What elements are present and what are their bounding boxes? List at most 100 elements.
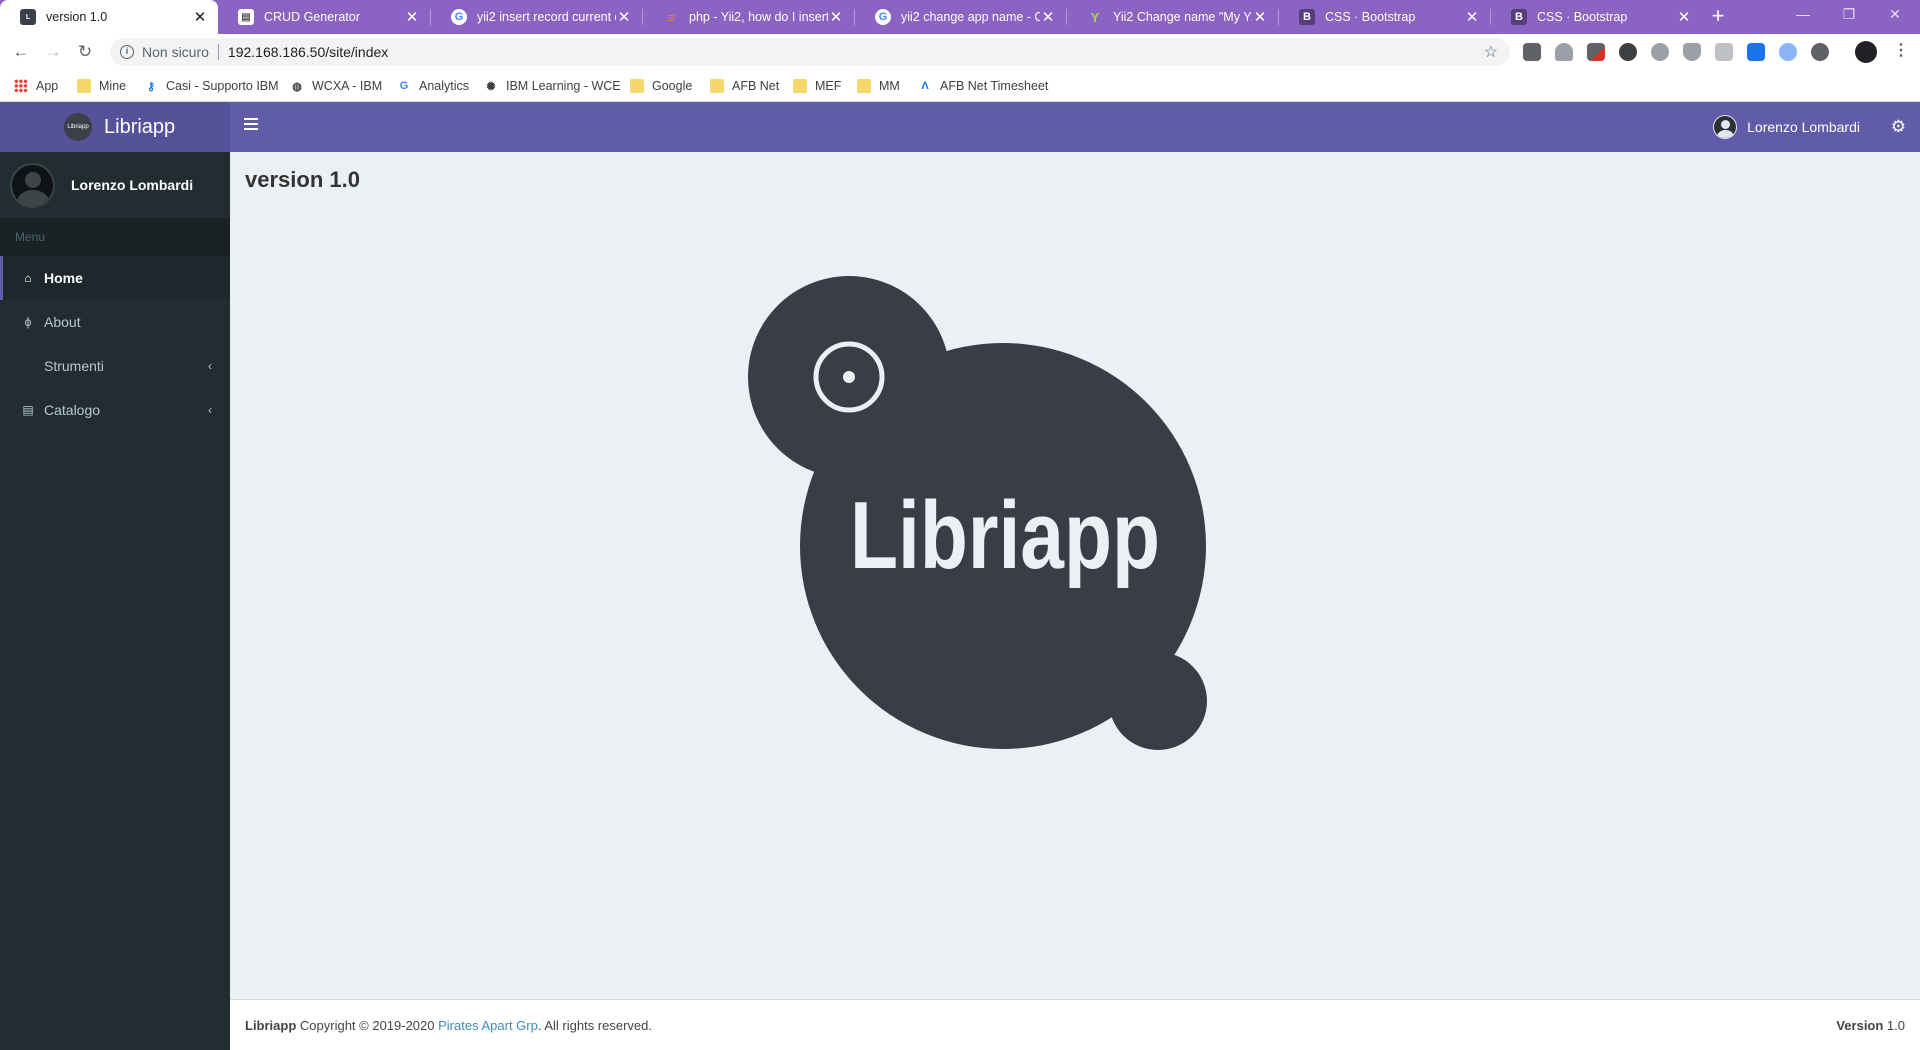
ibm-icon: ✺ bbox=[486, 80, 496, 93]
extension-icon[interactable] bbox=[1587, 43, 1605, 61]
site-info-icon[interactable]: i bbox=[120, 45, 134, 59]
google-icon: G bbox=[399, 80, 409, 92]
stackoverflow-favicon-icon: ≡ bbox=[667, 9, 675, 25]
sidebar-user-name: Lorenzo Lombardi bbox=[71, 177, 194, 193]
footer: Libriapp Copyright © 2019-2020 Pirates A… bbox=[230, 999, 1920, 1050]
gear-extension-icon[interactable] bbox=[1811, 43, 1829, 61]
tab-title: php - Yii2, how do I insert t bbox=[689, 10, 828, 24]
bookmark-label: Google bbox=[652, 79, 693, 93]
close-tab-icon[interactable]: ✕ bbox=[828, 8, 844, 26]
user-panel: Lorenzo Lombardi bbox=[0, 152, 230, 218]
drive-extension-icon[interactable] bbox=[1555, 43, 1573, 61]
minimize-window-icon[interactable]: — bbox=[1780, 0, 1826, 30]
sidebar-toggle-icon[interactable] bbox=[244, 118, 258, 132]
close-window-icon[interactable]: ✕ bbox=[1872, 0, 1918, 30]
user-menu[interactable]: Lorenzo Lombardi bbox=[1713, 102, 1860, 152]
sidebar-item-catalogo[interactable]: ▤ Catalogo ‹ bbox=[0, 388, 230, 432]
close-tab-icon[interactable]: ✕ bbox=[404, 8, 420, 26]
bookmark-ibm-learning[interactable]: ✺ IBM Learning - WCE bbox=[484, 77, 621, 95]
bookmark-app[interactable]: App bbox=[14, 77, 58, 95]
bookmark-star-icon[interactable]: ☆ bbox=[1484, 42, 1498, 62]
tab-title: yii2 change app name - Ce bbox=[901, 10, 1040, 24]
profile-avatar[interactable] bbox=[1855, 41, 1877, 63]
sidebar: Lorenzo Lombardi Menu ⌂ Home ϕ About Str… bbox=[0, 152, 230, 1050]
tab-css-bootstrap-1[interactable]: B CSS · Bootstrap ✕ bbox=[1279, 0, 1490, 34]
sidebar-item-label: Home bbox=[44, 270, 83, 286]
folder-icon bbox=[793, 79, 807, 93]
brand-name: Libriapp bbox=[104, 115, 176, 138]
new-tab-button[interactable]: + bbox=[1706, 5, 1730, 29]
bookmark-casi-supporto[interactable]: ⚷ Casi - Supporto IBM bbox=[144, 77, 279, 95]
bookmark-google[interactable]: Google bbox=[630, 77, 692, 95]
extension-icon[interactable] bbox=[1619, 43, 1637, 61]
browser-menu-icon[interactable]: ⋮ bbox=[1893, 40, 1909, 60]
bookmark-mef[interactable]: MEF bbox=[793, 77, 841, 95]
chevron-left-icon: ‹ bbox=[208, 403, 212, 417]
reload-icon[interactable]: ↻ bbox=[74, 41, 96, 63]
logo-wordmark: Libriapp bbox=[850, 482, 1160, 589]
tab-crud-generator[interactable]: ▤ CRUD Generator ✕ bbox=[218, 0, 430, 34]
tab-yii2-change-app-name[interactable]: G yii2 change app name - Ce ✕ bbox=[855, 0, 1066, 34]
bootstrap-favicon-icon: B bbox=[1511, 9, 1527, 25]
bookmark-afb-net[interactable]: AFB Net bbox=[710, 77, 779, 95]
bookmarks-bar: App Mine ⚷ Casi - Supporto IBM ◍ WCXA - IB… bbox=[0, 70, 1920, 102]
brand-logo-link[interactable]: Libriapp Libriapp bbox=[0, 102, 230, 152]
back-arrow-icon[interactable]: ← bbox=[10, 41, 32, 63]
folder-icon bbox=[77, 79, 91, 93]
bookmark-afb-timesheet[interactable]: Λ AFB Net Timesheet bbox=[918, 77, 1048, 95]
bookmark-analytics[interactable]: G Analytics bbox=[397, 77, 469, 95]
libriapp-logo-icon: Libriapp bbox=[64, 113, 92, 141]
close-tab-icon[interactable]: ✕ bbox=[1676, 8, 1692, 26]
new-badge-extension-icon[interactable] bbox=[1747, 43, 1765, 61]
sidebar-item-about[interactable]: ϕ About bbox=[0, 300, 230, 344]
extension-icon[interactable] bbox=[1779, 43, 1797, 61]
main-content: version 1.0 Libriapp bbox=[230, 152, 1920, 999]
url-text[interactable]: 192.168.186.50/site/index bbox=[228, 44, 388, 60]
bookmark-label: IBM Learning - WCE bbox=[506, 79, 621, 93]
libriapp-logo-image: Libriapp bbox=[748, 276, 1207, 750]
extension-icon[interactable] bbox=[1715, 43, 1733, 61]
sidebar-item-strumenti[interactable]: Strumenti ‹ bbox=[0, 344, 230, 388]
tab-title: CRUD Generator bbox=[264, 10, 360, 24]
close-tab-icon[interactable]: ✕ bbox=[1040, 8, 1056, 26]
footer-copyright-text: Copyright © 2019-2020 bbox=[296, 1017, 439, 1033]
key-icon: ⚷ bbox=[146, 80, 156, 93]
shield-extension-icon[interactable] bbox=[1683, 43, 1701, 61]
restore-window-icon[interactable]: ❐ bbox=[1826, 0, 1872, 30]
address-bar[interactable]: i Non sicuro 192.168.186.50/site/index ☆ bbox=[110, 38, 1510, 66]
tab-title: version 1.0 bbox=[46, 10, 108, 24]
browser-tab-strip: L version 1.0 ✕ ▤ CRUD Generator ✕ G yii… bbox=[0, 0, 1920, 34]
folder-icon bbox=[857, 79, 871, 93]
tab-yii2-change-name[interactable]: Y Yii2 Change name "My Yii A ✕ bbox=[1067, 0, 1278, 34]
company-link[interactable]: Pirates Apart Grp bbox=[438, 1018, 538, 1033]
google-favicon-icon: G bbox=[451, 9, 467, 25]
menu-header: Menu bbox=[0, 218, 230, 256]
bookmark-mine[interactable]: Mine bbox=[77, 77, 126, 95]
tab-php-yii2[interactable]: ≡ php - Yii2, how do I insert t ✕ bbox=[643, 0, 854, 34]
security-status: Non sicuro bbox=[142, 44, 209, 60]
sidebar-item-home[interactable]: ⌂ Home bbox=[0, 256, 230, 300]
forward-arrow-icon[interactable]: → bbox=[42, 41, 64, 63]
close-tab-icon[interactable]: ✕ bbox=[192, 8, 208, 26]
close-tab-icon[interactable]: ✕ bbox=[1464, 8, 1480, 26]
tab-css-bootstrap-2[interactable]: B CSS · Bootstrap ✕ bbox=[1491, 0, 1702, 34]
extension-icon[interactable] bbox=[1651, 43, 1669, 61]
close-tab-icon[interactable]: ✕ bbox=[1252, 8, 1268, 26]
settings-gears-icon[interactable]: ⚙ bbox=[1891, 117, 1906, 137]
extension-icon[interactable] bbox=[1523, 43, 1541, 61]
user-avatar bbox=[1713, 115, 1738, 139]
globe-icon: ◍ bbox=[292, 80, 302, 93]
close-tab-icon[interactable]: ✕ bbox=[616, 8, 632, 26]
apps-grid-icon bbox=[14, 79, 28, 93]
tab-version[interactable]: L version 1.0 ✕ bbox=[0, 0, 218, 34]
chevron-left-icon: ‹ bbox=[208, 359, 212, 373]
bookmark-mm[interactable]: MM bbox=[857, 77, 900, 95]
libriapp-favicon-icon: L bbox=[20, 9, 36, 25]
bookmark-label: AFB Net bbox=[732, 79, 780, 93]
atlassian-icon: Λ bbox=[921, 80, 929, 92]
footer-copyright: Libriapp Copyright © 2019-2020 Pirates A… bbox=[245, 1018, 652, 1033]
tab-yii2-insert-record[interactable]: G yii2 insert record current da ✕ bbox=[431, 0, 642, 34]
bookmark-label: Analytics bbox=[419, 79, 470, 93]
folder-icon bbox=[630, 79, 644, 93]
bookmark-wcxa[interactable]: ◍ WCXA - IBM bbox=[290, 77, 382, 95]
